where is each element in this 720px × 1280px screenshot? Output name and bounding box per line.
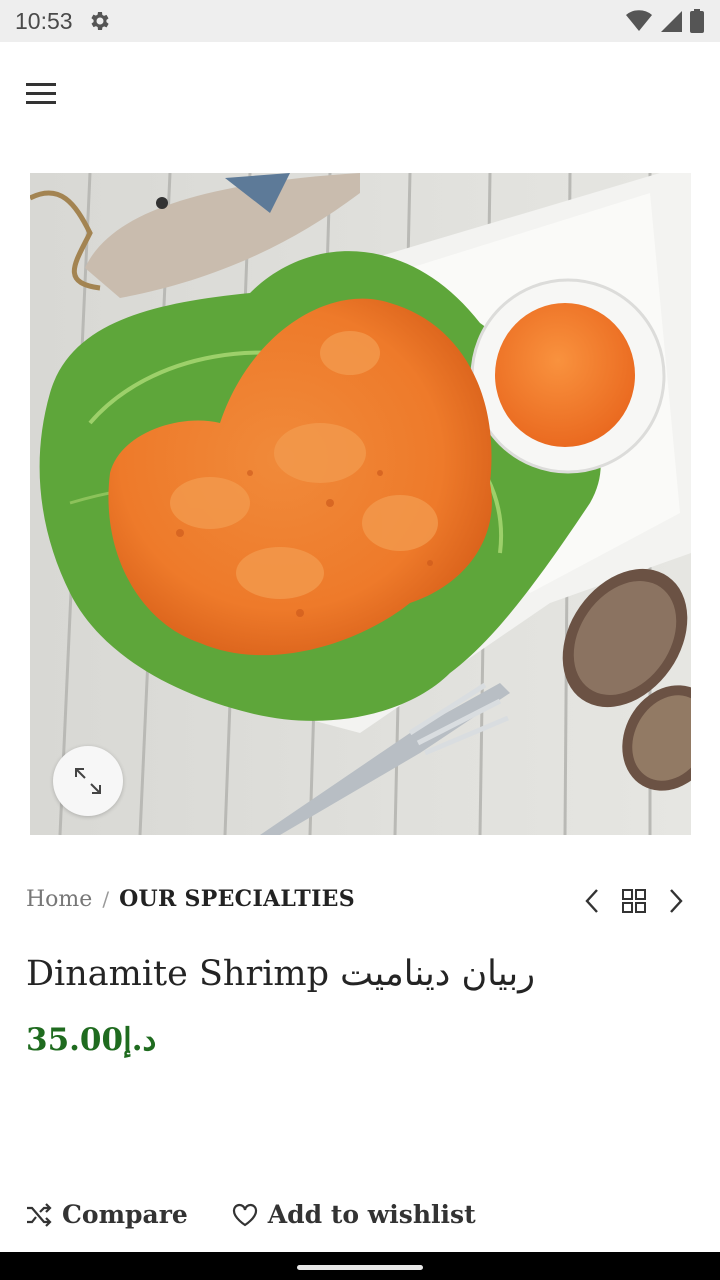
breadcrumb-current-category[interactable]: OUR SPECIALTIES (119, 886, 355, 912)
system-icons (626, 9, 704, 33)
grid-icon (622, 889, 646, 913)
compare-label: Compare (62, 1200, 188, 1229)
breadcrumb-home-link[interactable]: Home (26, 887, 92, 912)
heart-icon (232, 1203, 257, 1226)
home-gesture-handle[interactable] (297, 1265, 423, 1270)
product-image[interactable] (30, 173, 691, 835)
hamburger-menu-icon (26, 83, 56, 104)
system-navigation-bar (0, 1252, 720, 1280)
product-photo (30, 173, 691, 835)
back-to-products-grid-button[interactable] (620, 887, 648, 915)
product-navigation (578, 887, 690, 915)
menu-button[interactable] (24, 78, 58, 110)
battery-icon (690, 9, 704, 33)
status-bar: 10:53 (0, 0, 720, 42)
chevron-right-icon (670, 889, 683, 913)
signal-icon (661, 11, 682, 32)
product-title: Dinamite Shrimp ربيان ديناميت (26, 954, 536, 994)
wifi-icon (626, 10, 652, 31)
expand-arrows-icon (75, 768, 101, 794)
expand-image-button[interactable] (53, 746, 123, 816)
status-time: 10:53 (15, 8, 73, 34)
breadcrumb: Home / OUR SPECIALTIES (26, 886, 355, 912)
product-actions: Compare Add to wishlist (26, 1200, 476, 1229)
compare-button[interactable]: Compare (26, 1200, 188, 1229)
breadcrumb-separator: / (102, 887, 110, 911)
wishlist-label: Add to wishlist (267, 1200, 476, 1229)
next-product-button[interactable] (662, 887, 690, 915)
add-to-wishlist-button[interactable]: Add to wishlist (232, 1200, 476, 1229)
shuffle-compare-icon (27, 1202, 52, 1227)
chevron-left-icon (585, 889, 598, 913)
previous-product-button[interactable] (578, 887, 606, 915)
product-price: 35.00د.إ (26, 1022, 157, 1058)
settings-gear-icon (91, 12, 109, 30)
